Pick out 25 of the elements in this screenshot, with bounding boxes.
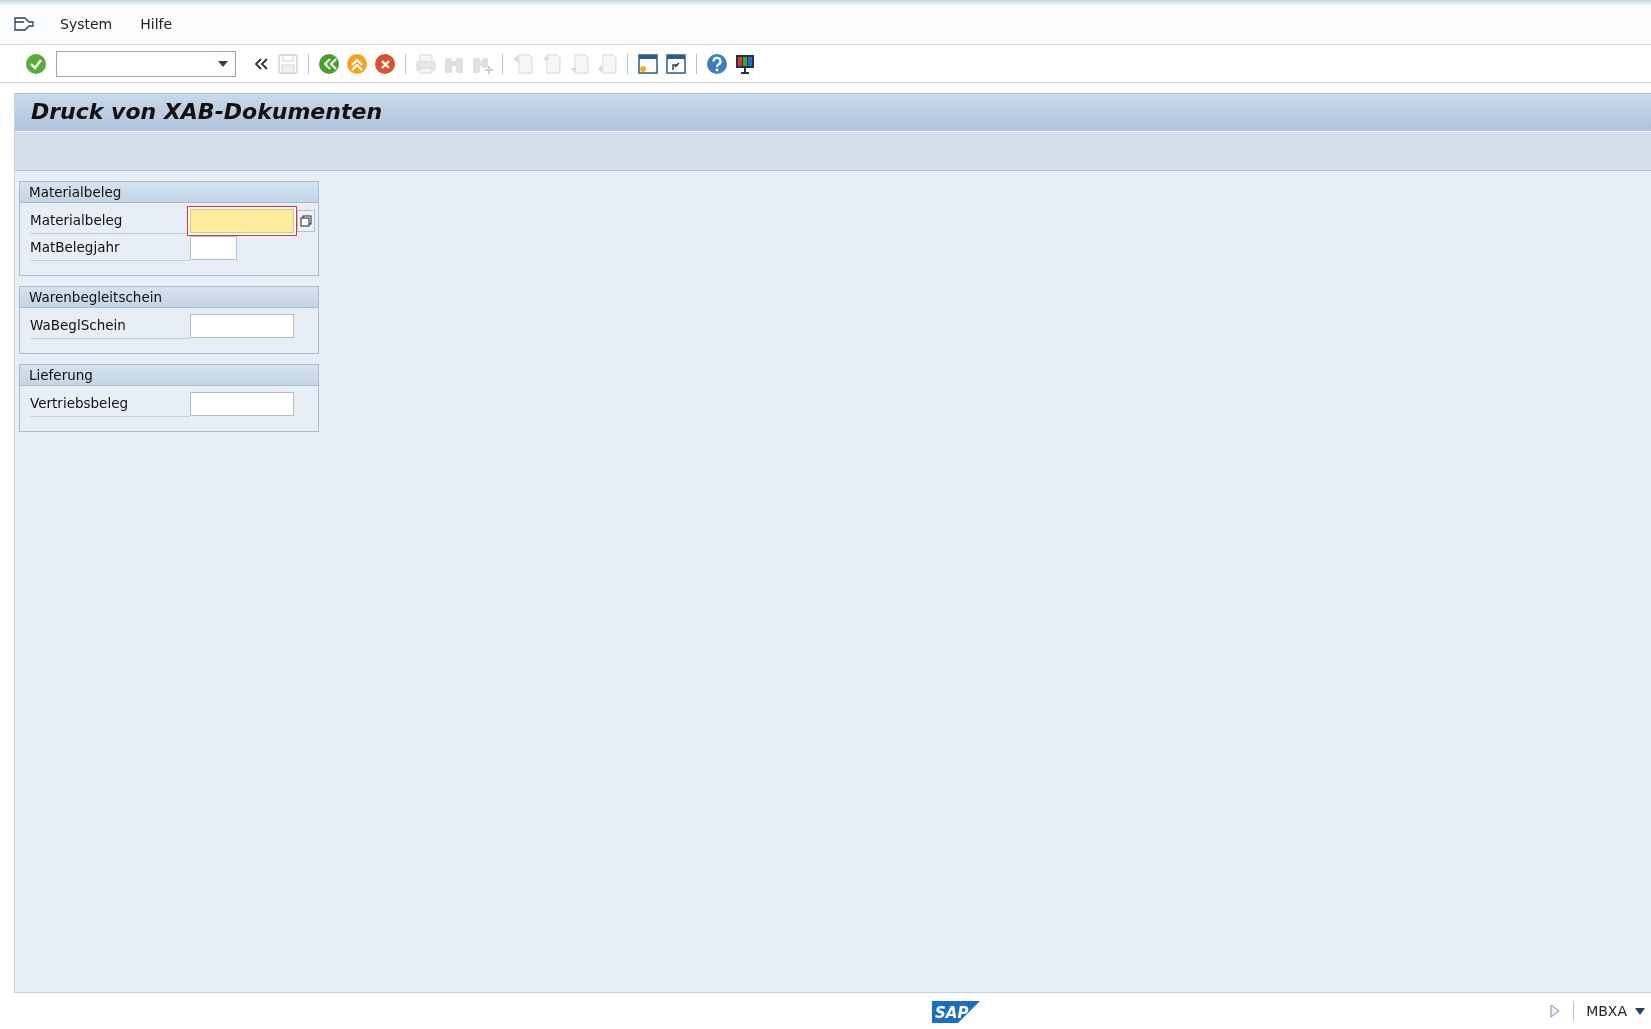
input-field[interactable] xyxy=(190,208,294,233)
help-icon[interactable] xyxy=(705,51,729,76)
play-icon[interactable] xyxy=(1549,1003,1562,1019)
value-help-button[interactable] xyxy=(297,209,315,232)
new-window-icon[interactable] xyxy=(636,51,660,76)
menu-item[interactable]: Hilfe xyxy=(138,14,175,35)
back-icon[interactable] xyxy=(317,51,341,76)
dropdown-icon[interactable] xyxy=(217,59,229,68)
check-icon[interactable] xyxy=(24,51,48,76)
input-field[interactable] xyxy=(190,391,294,416)
command-field[interactable] xyxy=(56,50,236,77)
sap-logo: SAP xyxy=(932,999,980,1023)
shortcut-icon[interactable] xyxy=(664,51,688,76)
input-field[interactable] xyxy=(190,235,237,260)
dropdown-icon[interactable] xyxy=(1635,1007,1645,1015)
group-title: Materialbeleg xyxy=(20,182,318,203)
menu-item[interactable]: System xyxy=(58,14,115,35)
cancel-icon[interactable] xyxy=(373,51,397,76)
screen-title: Druck von XAB-Dokumenten xyxy=(31,99,383,126)
group-title: Lieferung xyxy=(20,365,318,386)
group-title: Warenbegleitschein xyxy=(20,287,318,308)
menu-icon[interactable] xyxy=(14,16,34,33)
transaction-code: MBXA xyxy=(1586,1001,1627,1021)
exit-icon[interactable] xyxy=(345,51,369,76)
input-field[interactable] xyxy=(190,313,294,338)
